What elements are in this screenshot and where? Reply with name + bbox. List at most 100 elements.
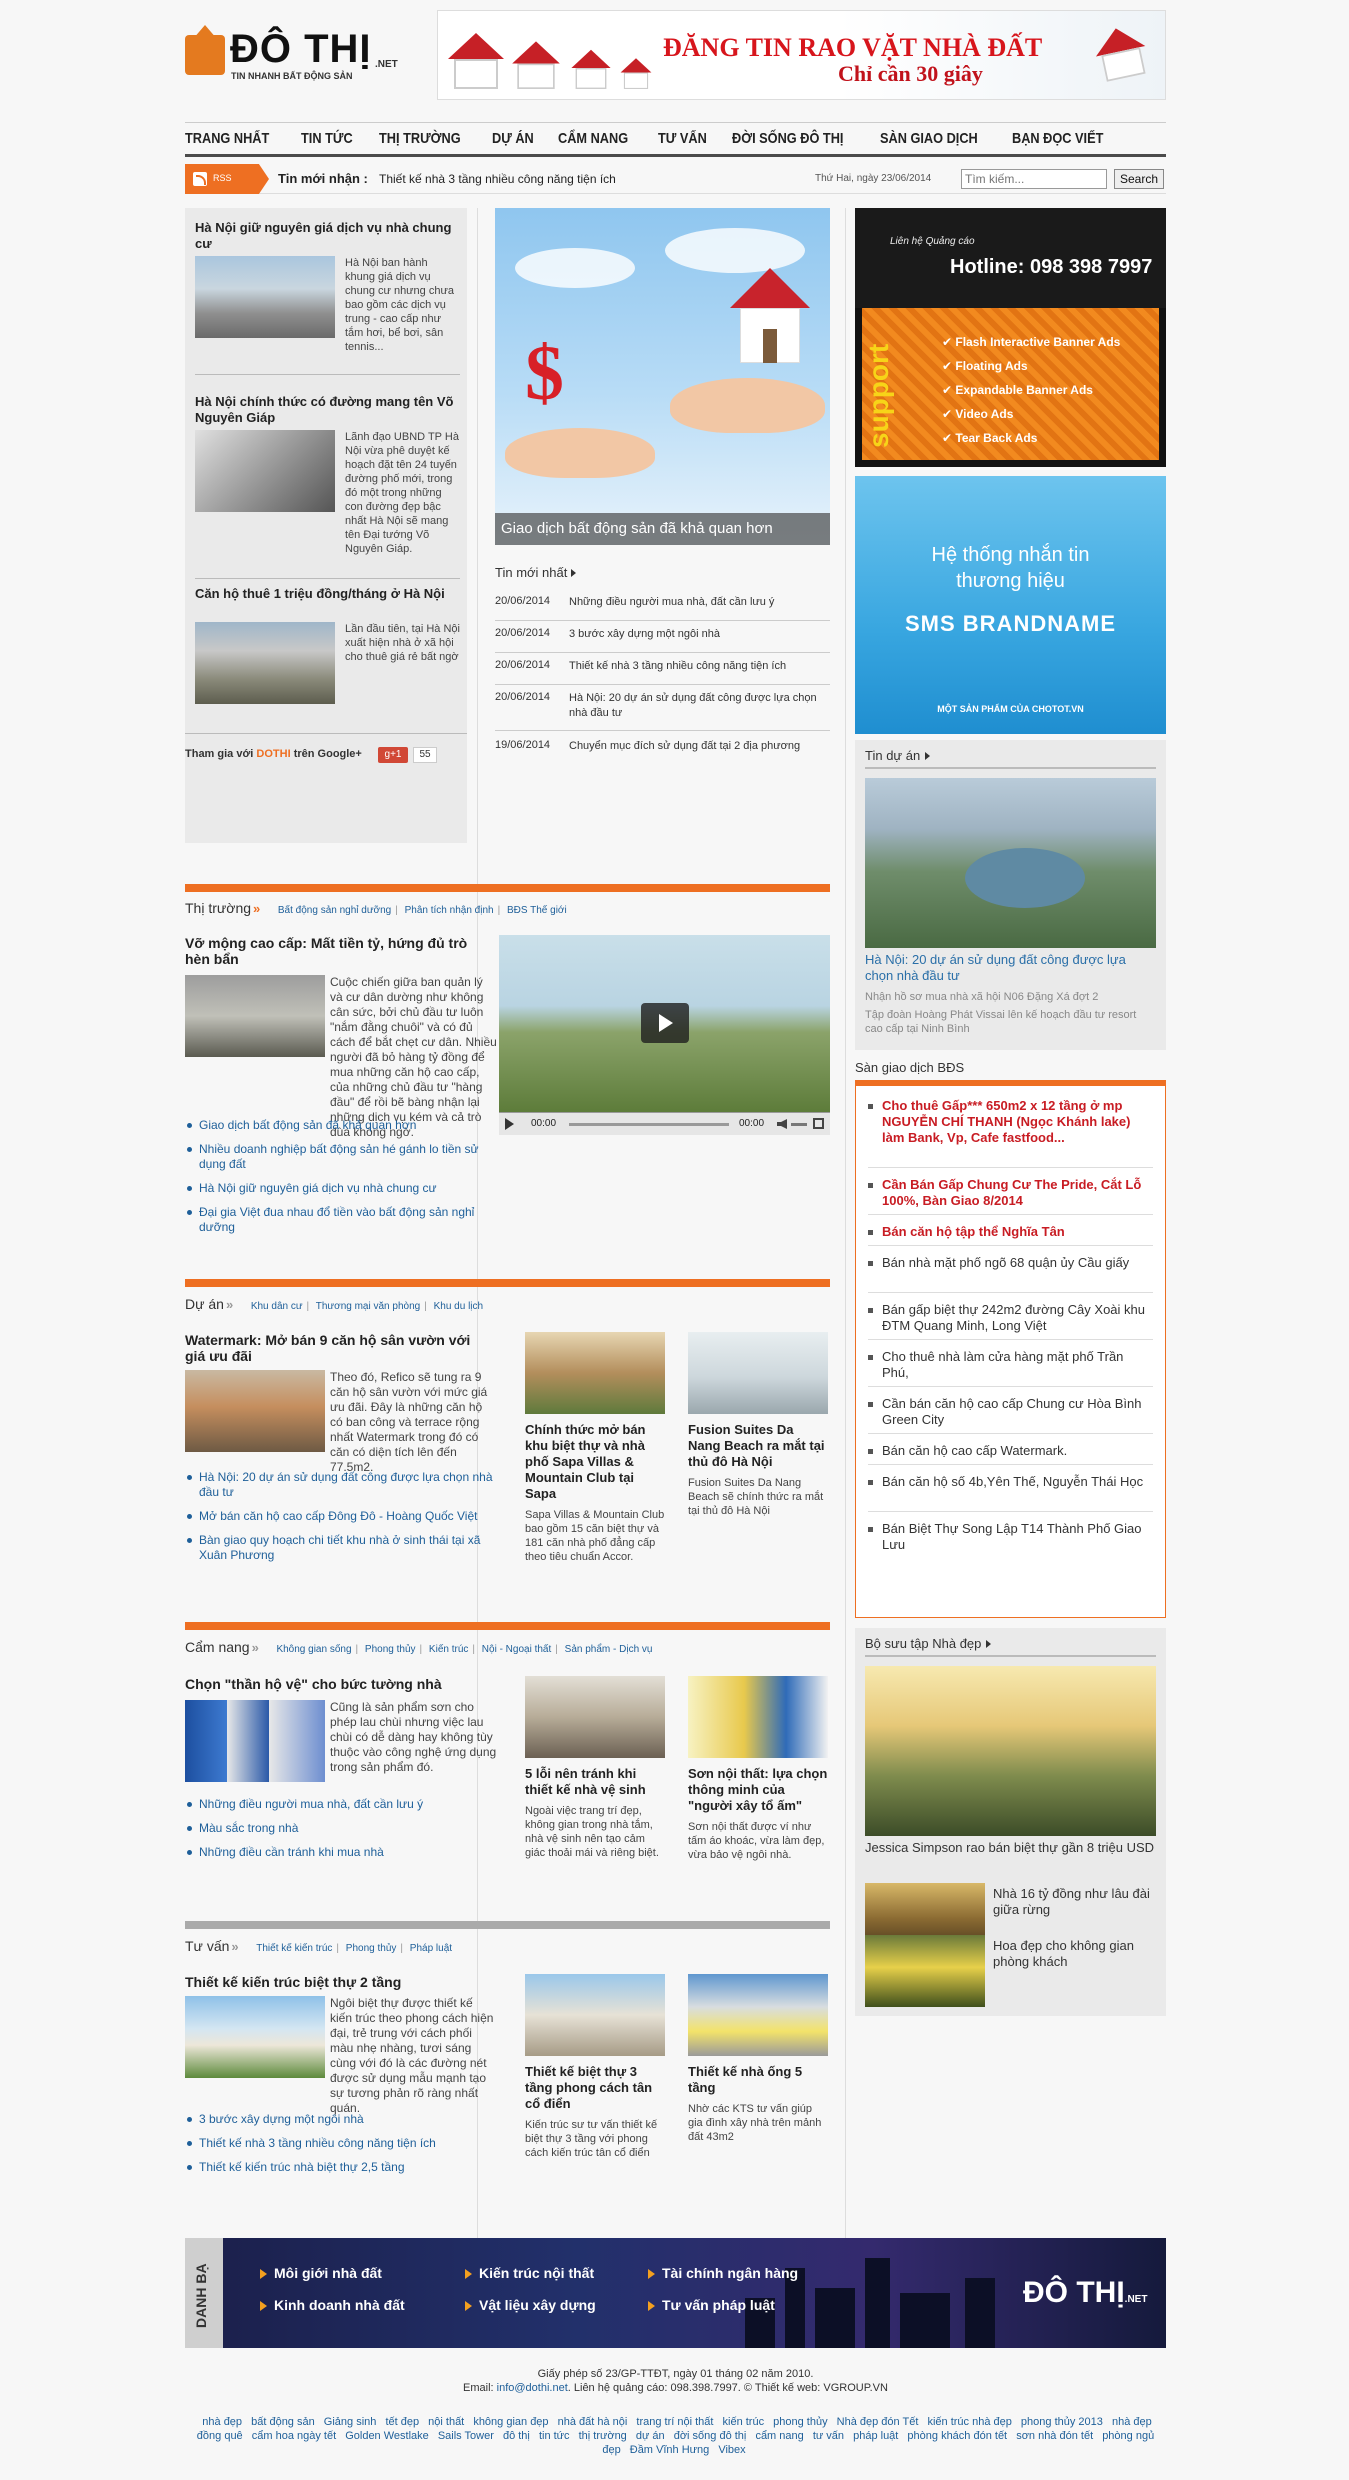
news-image[interactable] — [195, 256, 335, 338]
tag-link[interactable]: Vibex — [718, 2444, 745, 2456]
tag-link[interactable]: nhà đẹp — [202, 2416, 242, 2428]
news-image[interactable] — [195, 430, 335, 512]
section-sub-link[interactable]: Pháp luật — [410, 1943, 452, 1954]
section-lead-image[interactable] — [185, 1996, 325, 2078]
gplus-one-button[interactable]: g+1 — [378, 747, 408, 763]
collection-thumb-caption[interactable]: Nhà 16 tỷ đồng như lâu đài giữa rừng — [993, 1886, 1158, 1918]
exchange-item[interactable]: Cần bán căn hộ cao cấp Chung cư Hòa Bình… — [868, 1396, 1153, 1428]
left-news-item[interactable]: Hà Nội giữ nguyên giá dịch vụ nhà chung … — [195, 220, 460, 353]
section-lead-title[interactable]: Thiết kế kiến trúc biệt thự 2 tầng — [185, 1974, 485, 1990]
section-sub-link[interactable]: Sản phẩm - Dịch vụ — [565, 1644, 653, 1655]
tag-link[interactable]: pháp luật — [853, 2430, 898, 2442]
exchange-item[interactable]: Bán căn hộ cao cấp Watermark. — [868, 1443, 1153, 1459]
card-title[interactable]: Chính thức mở bán khu biệt thự và nhà ph… — [525, 1422, 665, 1502]
video-seek-bar[interactable] — [569, 1123, 729, 1126]
site-logo[interactable]: ĐÔ THỊ .NET TIN NHANH BẤT ĐỘNG SẢN — [185, 25, 407, 83]
article-card[interactable]: Thiết kế nhà ống 5 tầng Nhờ các KTS tư v… — [688, 1974, 828, 2144]
nav-du-an[interactable]: DỰ ÁN — [492, 130, 541, 147]
latest-link[interactable]: Thiết kế nhà 3 tầng nhiều công năng tiện… — [569, 659, 829, 674]
nav-cam-nang[interactable]: CẨM NANG — [558, 130, 635, 147]
section-sub-link[interactable]: Thương mại văn phòng — [316, 1301, 420, 1312]
directory-link[interactable]: Kinh doanh nhà đất — [260, 2297, 405, 2313]
directory-link[interactable]: Môi giới nhà đất — [260, 2265, 382, 2281]
nav-ban-doc-viet[interactable]: BẠN ĐỌC VIẾT — [1012, 130, 1110, 147]
tag-link[interactable]: phòng khách đón tết — [907, 2430, 1007, 2442]
tag-link[interactable]: sơn nhà đón tết — [1016, 2430, 1093, 2442]
collection-thumb[interactable] — [865, 1935, 985, 2007]
header-banner-ad[interactable]: ĐĂNG TIN RAO VẶT NHÀ ĐẤT Chỉ cần 30 giây — [437, 10, 1166, 100]
card-image[interactable] — [688, 1676, 828, 1758]
nav-doi-song-do-thi[interactable]: ĐỜI SỐNG ĐÔ THỊ — [732, 130, 850, 147]
latest-row[interactable]: 20/06/2014 Hà Nội: 20 dự án sử dụng đất … — [495, 691, 830, 731]
search-input[interactable] — [961, 169, 1107, 189]
exchange-item[interactable]: Bán nhà mặt phố ngõ 68 quận ủy Cầu giấy — [868, 1255, 1153, 1271]
section-lead-image[interactable] — [185, 1700, 325, 1782]
article-card[interactable]: Fusion Suites Da Nang Beach ra mắt tại t… — [688, 1332, 828, 1518]
directory-link[interactable]: Kiến trúc nội thất — [465, 2265, 594, 2281]
card-title[interactable]: Thiết kế nhà ống 5 tầng — [688, 2064, 828, 2096]
section-link[interactable]: Màu sắc trong nhà — [185, 1821, 495, 1836]
card-image[interactable] — [525, 1974, 665, 2056]
tag-link[interactable]: Đầm Vĩnh Hưng — [630, 2444, 710, 2456]
tag-link[interactable]: tết đẹp — [385, 2416, 419, 2428]
article-card[interactable]: 5 lỗi nên tránh khi thiết kế nhà vệ sinh… — [525, 1676, 665, 1860]
card-title[interactable]: 5 lỗi nên tránh khi thiết kế nhà vệ sinh — [525, 1766, 665, 1798]
volume-slider[interactable] — [791, 1123, 807, 1126]
tag-link[interactable]: Giảng sinh — [324, 2416, 377, 2428]
section-sub-link[interactable]: Phong thủy — [346, 1943, 397, 1954]
section-lead-image[interactable] — [185, 1370, 325, 1452]
news-title[interactable]: Hà Nội giữ nguyên giá dịch vụ nhà chung … — [195, 220, 460, 252]
search-button[interactable]: Search — [1114, 169, 1164, 189]
latest-link[interactable]: 3 bước xây dựng một ngôi nhà — [569, 627, 829, 642]
project-caption[interactable]: Hà Nội: 20 dự án sử dụng đất công được l… — [865, 952, 1156, 984]
card-title[interactable]: Fusion Suites Da Nang Beach ra mắt tại t… — [688, 1422, 828, 1470]
section-sub-link[interactable]: Bất động sản nghỉ dưỡng — [278, 905, 391, 916]
news-image[interactable] — [195, 622, 335, 704]
project-sub-link[interactable]: Nhận hồ sơ mua nhà xã hội N06 Đặng Xá đợ… — [865, 990, 1156, 1004]
collection-thumb-caption[interactable]: Hoa đẹp cho không gian phòng khách — [993, 1938, 1158, 1970]
tag-link[interactable]: tin tức — [539, 2430, 570, 2442]
tag-link[interactable]: dự án — [636, 2430, 665, 2442]
section-sub-link[interactable]: Phân tích nhận định — [405, 905, 494, 916]
project-sub-link[interactable]: Tập đoàn Hoàng Phát Vissai lên kế hoạch … — [865, 1008, 1156, 1036]
tag-link[interactable]: phong thủy 2013 — [1021, 2416, 1103, 2428]
card-image[interactable] — [525, 1676, 665, 1758]
section-link[interactable]: Thiết kế nhà 3 tầng nhiều công năng tiện… — [185, 2136, 495, 2151]
feature-image[interactable]: $ Giao dịch bất động sản đã khả quan hơn — [495, 208, 830, 545]
section-title[interactable]: Dự án — [185, 1296, 224, 1312]
nav-san-giao-dich[interactable]: SÀN GIAO DỊCH — [880, 130, 985, 147]
card-title[interactable]: Thiết kế biệt thự 3 tầng phong cách tân … — [525, 2064, 665, 2112]
exchange-item[interactable]: Bán căn hộ tập thể Nghĩa Tân — [868, 1224, 1153, 1240]
tag-link[interactable]: kiến trúc nhà đẹp — [927, 2416, 1011, 2428]
section-link[interactable]: Những điều người mua nhà, đất cần lưu ý — [185, 1797, 495, 1812]
footer-email-link[interactable]: info@dothi.net — [497, 2382, 568, 2394]
card-image[interactable] — [688, 1332, 828, 1414]
section-link[interactable]: Những điều cần tránh khi mua nhà — [185, 1845, 495, 1860]
left-news-item[interactable]: Căn hộ thuê 1 triệu đồng/tháng ở Hà Nội … — [195, 586, 460, 704]
article-card[interactable]: Sơn nội thất: lựa chọn thông minh của "n… — [688, 1676, 828, 1862]
latest-link[interactable]: Chuyển mục đích sử dụng đất tại 2 địa ph… — [569, 739, 829, 754]
exchange-item[interactable]: Bán Biệt Thự Song Lập T14 Thành Phố Giao… — [868, 1521, 1153, 1553]
collection-caption[interactable]: Jessica Simpson rao bán biệt thự gần 8 t… — [865, 1840, 1156, 1856]
news-title[interactable]: Hà Nội chính thức có đường mang tên Võ N… — [195, 394, 460, 426]
exchange-item[interactable]: Bán căn hộ số 4b,Yên Thế, Nguyễn Thái Họ… — [868, 1474, 1153, 1490]
section-title[interactable]: Tư vấn — [185, 1938, 229, 1954]
section-sub-link[interactable]: Phong thủy — [365, 1644, 416, 1655]
sms-brandname-ad[interactable]: Hệ thống nhắn tin thương hiệu SMS BRANDN… — [855, 476, 1166, 734]
tag-link[interactable]: Nhà đẹp đón Tết — [837, 2416, 919, 2428]
tag-link[interactable]: thị trường — [579, 2430, 627, 2442]
tag-link[interactable]: tư vấn — [813, 2430, 844, 2442]
section-link[interactable]: Bàn giao quy hoạch chi tiết khu nhà ở si… — [185, 1533, 495, 1563]
section-link[interactable]: Nhiều doanh nghiệp bất động sản hé gánh … — [185, 1142, 495, 1172]
footer-logo[interactable]: ĐÔ THỊ.NET — [1023, 2276, 1147, 2310]
tag-link[interactable]: đô thị — [503, 2430, 530, 2442]
article-card[interactable]: Chính thức mở bán khu biệt thự và nhà ph… — [525, 1332, 665, 1564]
card-title[interactable]: Sơn nội thất: lựa chọn thông minh của "n… — [688, 1766, 828, 1814]
rss-button[interactable]: RSS — [185, 164, 269, 194]
section-sub-link[interactable]: Khu du lịch — [434, 1301, 483, 1312]
section-sub-link[interactable]: Nội - Ngoại thất — [482, 1644, 551, 1655]
nav-trang-nhat[interactable]: TRANG NHẤT — [185, 130, 276, 147]
section-lead-image[interactable] — [185, 975, 325, 1057]
tag-link[interactable]: không gian đẹp — [473, 2416, 548, 2428]
latest-row[interactable]: 20/06/2014 Những điều người mua nhà, đất… — [495, 595, 830, 621]
